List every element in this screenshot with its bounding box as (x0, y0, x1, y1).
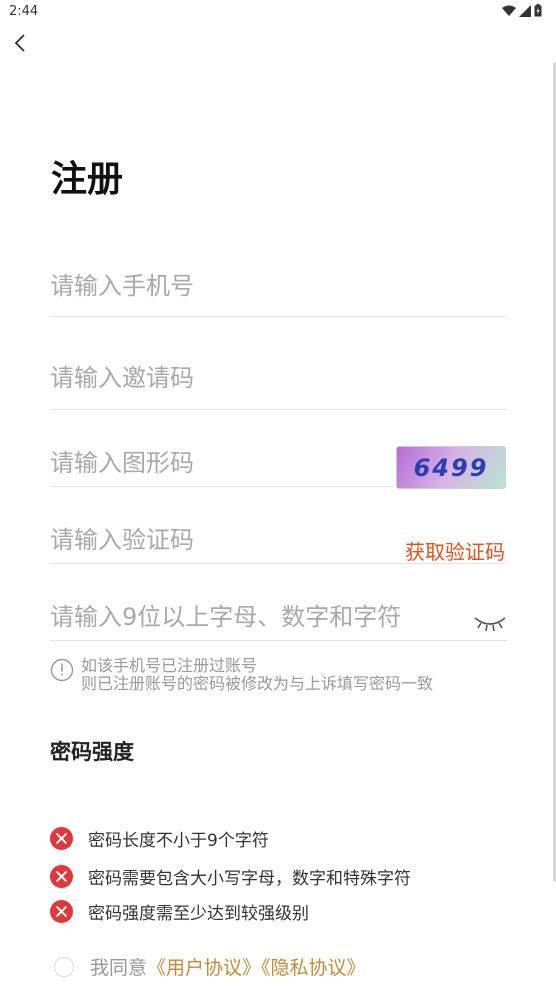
signal-icon (519, 4, 531, 17)
page-title: 注册 (51, 159, 124, 200)
agreement-text: 我同意《用户协议》《隐私协议》 (90, 953, 366, 980)
notice-line-2: 则已注册账号的密码被修改为与上诉填写密码一致 (81, 674, 434, 693)
strength-rule-text: 密码长度不小于9个字符 (88, 831, 269, 851)
agreement-prefix: 我同意 (90, 957, 148, 979)
privacy-policy-link[interactable]: 《隐私协议》 (261, 957, 366, 979)
phone-input[interactable] (50, 266, 390, 306)
agreement-row: 我同意《用户协议》《隐私协议》 (54, 953, 366, 980)
info-icon (50, 658, 74, 682)
captcha-image[interactable]: 6499 (396, 446, 506, 489)
captcha-field (50, 443, 395, 487)
wifi-icon (502, 5, 516, 16)
captcha-image-text: 6499 (413, 453, 489, 482)
chevron-left-icon (14, 34, 25, 52)
strength-rule-text: 密码强度需至少达到较强级别 (88, 904, 309, 924)
strength-rule-text: 密码需要包含大小写字母，数字和特殊字符 (88, 869, 411, 889)
password-visibility-toggle[interactable] (473, 612, 507, 634)
error-x-icon (50, 827, 73, 850)
back-button[interactable] (8, 30, 36, 58)
status-time: 2:44 (9, 4, 39, 19)
sms-code-input[interactable] (50, 520, 390, 560)
invite-code-field (50, 358, 507, 410)
phone-field (50, 266, 507, 317)
account-notice: 如该手机号已注册过账号 则已注册账号的密码被修改为与上诉填写密码一致 (81, 657, 433, 693)
battery-icon (534, 4, 542, 17)
password-input[interactable] (50, 597, 450, 637)
error-x-icon (50, 865, 73, 888)
invite-code-input[interactable] (50, 358, 390, 398)
strength-rule: 密码强度需至少达到较强级别 (50, 899, 309, 924)
error-x-icon (50, 900, 73, 923)
eye-closed-icon (474, 617, 506, 632)
password-strength-title: 密码强度 (50, 740, 134, 764)
get-code-button[interactable]: 获取验证码 (405, 536, 505, 565)
notice-line-1: 如该手机号已注册过账号 (81, 656, 258, 675)
agree-checkbox[interactable] (54, 956, 74, 977)
status-icons (502, 4, 542, 17)
strength-rule: 密码需要包含大小写字母，数字和特殊字符 (50, 864, 411, 889)
status-bar: 2:44 (0, 0, 556, 24)
strength-rule: 密码长度不小于9个字符 (50, 826, 269, 851)
user-agreement-link[interactable]: 《用户协议》 (147, 957, 261, 979)
password-field (50, 597, 507, 641)
captcha-input[interactable] (50, 443, 390, 483)
